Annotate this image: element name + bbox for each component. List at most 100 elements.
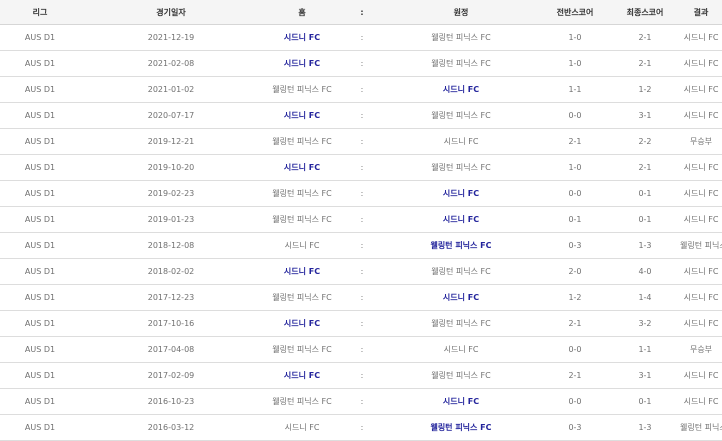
header-result: 결과 [680,0,722,25]
cell-home-team: 시드니 FC [262,24,342,51]
cell-separator: : [342,388,382,415]
cell-final-score: 1-2 [610,76,680,103]
cell-final-score: 0-1 [610,206,680,233]
table-row: AUS D1 2021-12-19 시드니 FC: 웰링턴 피닉스 FC 1-0 2-1 시… [0,24,722,51]
cell-home-team: 웰링턴 피닉스 FC [262,336,342,363]
cell-away-team: 웰링턴 피닉스 FC [382,24,540,51]
cell-home-team: 시드니 FC [262,414,342,441]
cell-result: 시드니 FC [680,76,722,103]
cell-half-score: 1-0 [540,50,610,77]
cell-final-score: 1-1 [610,336,680,363]
cell-half-score: 0-0 [540,180,610,207]
cell-half-score: 1-0 [540,154,610,181]
cell-date: 2017-02-09 [80,362,262,389]
cell-league: AUS D1 [0,24,80,51]
cell-half-score: 2-1 [540,362,610,389]
cell-result: 시드니 FC [680,180,722,207]
cell-final-score: 4-0 [610,258,680,285]
cell-away-team: 시드니 FC [382,388,540,415]
cell-home-team: 웰링턴 피닉스 FC [262,206,342,233]
cell-separator: : [342,310,382,337]
cell-league: AUS D1 [0,154,80,181]
cell-league: AUS D1 [0,388,80,415]
header-date: 경기일자 [80,0,262,25]
cell-date: 2021-12-19 [80,24,262,51]
match-history-table: 리그 경기일자 홈 : 원정 전반스코어 최종스코어 결과 AUS D1 2021… [0,0,722,441]
cell-away-team: 웰링턴 피닉스 FC [382,50,540,77]
table-row: AUS D1 2019-10-20 시드니 FC: 웰링턴 피닉스 FC 1-0 2-1 시… [0,154,722,181]
cell-final-score: 2-1 [610,50,680,77]
cell-result: 무승부 [680,128,722,155]
cell-date: 2020-07-17 [80,102,262,129]
cell-result: 시드니 FC [680,50,722,77]
table-row: AUS D1 2021-02-08 시드니 FC: 웰링턴 피닉스 FC 1-0 2-1 시… [0,50,722,77]
cell-league: AUS D1 [0,414,80,441]
cell-away-team: 웰링턴 피닉스 FC [382,258,540,285]
cell-league: AUS D1 [0,206,80,233]
cell-away-team: 시드니 FC [382,206,540,233]
cell-final-score: 2-1 [610,24,680,51]
cell-date: 2019-12-21 [80,128,262,155]
cell-separator: : [342,50,382,77]
cell-half-score: 1-1 [540,76,610,103]
table-row: AUS D1 2019-02-23 웰링턴 피닉스 FC: 시드니 FC 0-0 0-1 시… [0,180,722,207]
header-league: 리그 [0,0,80,25]
cell-separator: : [342,258,382,285]
cell-home-team: 웰링턴 피닉스 FC [262,284,342,311]
table-row: AUS D1 2018-12-08 시드니 FC: 웰링턴 피닉스 FC 0-3 1-3 웰… [0,232,722,259]
cell-date: 2018-02-02 [80,258,262,285]
cell-league: AUS D1 [0,310,80,337]
cell-date: 2021-02-08 [80,50,262,77]
cell-final-score: 3-1 [610,362,680,389]
cell-league: AUS D1 [0,284,80,311]
cell-half-score: 1-0 [540,24,610,51]
cell-result: 무승부 [680,336,722,363]
cell-home-team: 시드니 FC [262,50,342,77]
cell-separator: : [342,284,382,311]
cell-date: 2017-12-23 [80,284,262,311]
cell-separator: : [342,24,382,51]
cell-home-team: 시드니 FC [262,258,342,285]
cell-final-score: 3-2 [610,310,680,337]
cell-date: 2019-02-23 [80,180,262,207]
cell-away-team: 웰링턴 피닉스 FC [382,362,540,389]
cell-date: 2017-04-08 [80,336,262,363]
cell-date: 2016-10-23 [80,388,262,415]
cell-date: 2017-10-16 [80,310,262,337]
table-row: AUS D1 2017-10-16 시드니 FC: 웰링턴 피닉스 FC 2-1 3-2 시… [0,310,722,337]
cell-separator: : [342,180,382,207]
cell-half-score: 0-0 [540,388,610,415]
cell-separator: : [342,128,382,155]
cell-away-team: 시드니 FC [382,284,540,311]
cell-result: 시드니 FC [680,206,722,233]
cell-date: 2016-03-12 [80,414,262,441]
cell-final-score: 1-3 [610,232,680,259]
cell-away-team: 웰링턴 피닉스 FC [382,310,540,337]
cell-result: 웰링턴 피닉스 FC [680,414,722,441]
cell-away-team: 시드니 FC [382,128,540,155]
cell-home-team: 시드니 FC [262,362,342,389]
cell-result: 시드니 FC [680,362,722,389]
table-row: AUS D1 2017-04-08 웰링턴 피닉스 FC: 시드니 FC 0-0 1-1 무… [0,336,722,363]
table-row: AUS D1 2021-01-02 웰링턴 피닉스 FC: 시드니 FC 1-1 1-2 시… [0,76,722,103]
cell-home-team: 웰링턴 피닉스 FC [262,180,342,207]
table-row: AUS D1 2019-12-21 웰링턴 피닉스 FC: 시드니 FC 2-1 2-2 무… [0,128,722,155]
header-home: 홈 [262,0,342,25]
header-separator: : [342,0,382,25]
cell-away-team: 웰링턴 피닉스 FC [382,102,540,129]
cell-league: AUS D1 [0,180,80,207]
cell-result: 시드니 FC [680,154,722,181]
cell-home-team: 시드니 FC [262,310,342,337]
cell-date: 2019-01-23 [80,206,262,233]
table-body: AUS D1 2021-12-19 시드니 FC: 웰링턴 피닉스 FC 1-0 2-1 시… [0,24,722,441]
cell-away-team: 웰링턴 피닉스 FC [382,154,540,181]
cell-result: 시드니 FC [680,284,722,311]
cell-result: 시드니 FC [680,388,722,415]
table-row: AUS D1 2016-03-12 시드니 FC: 웰링턴 피닉스 FC 0-3 1-3 웰… [0,414,722,441]
cell-league: AUS D1 [0,362,80,389]
cell-half-score: 0-0 [540,102,610,129]
cell-result: 시드니 FC [680,24,722,51]
cell-separator: : [342,76,382,103]
header-half-score: 전반스코어 [540,0,610,25]
cell-final-score: 3-1 [610,102,680,129]
